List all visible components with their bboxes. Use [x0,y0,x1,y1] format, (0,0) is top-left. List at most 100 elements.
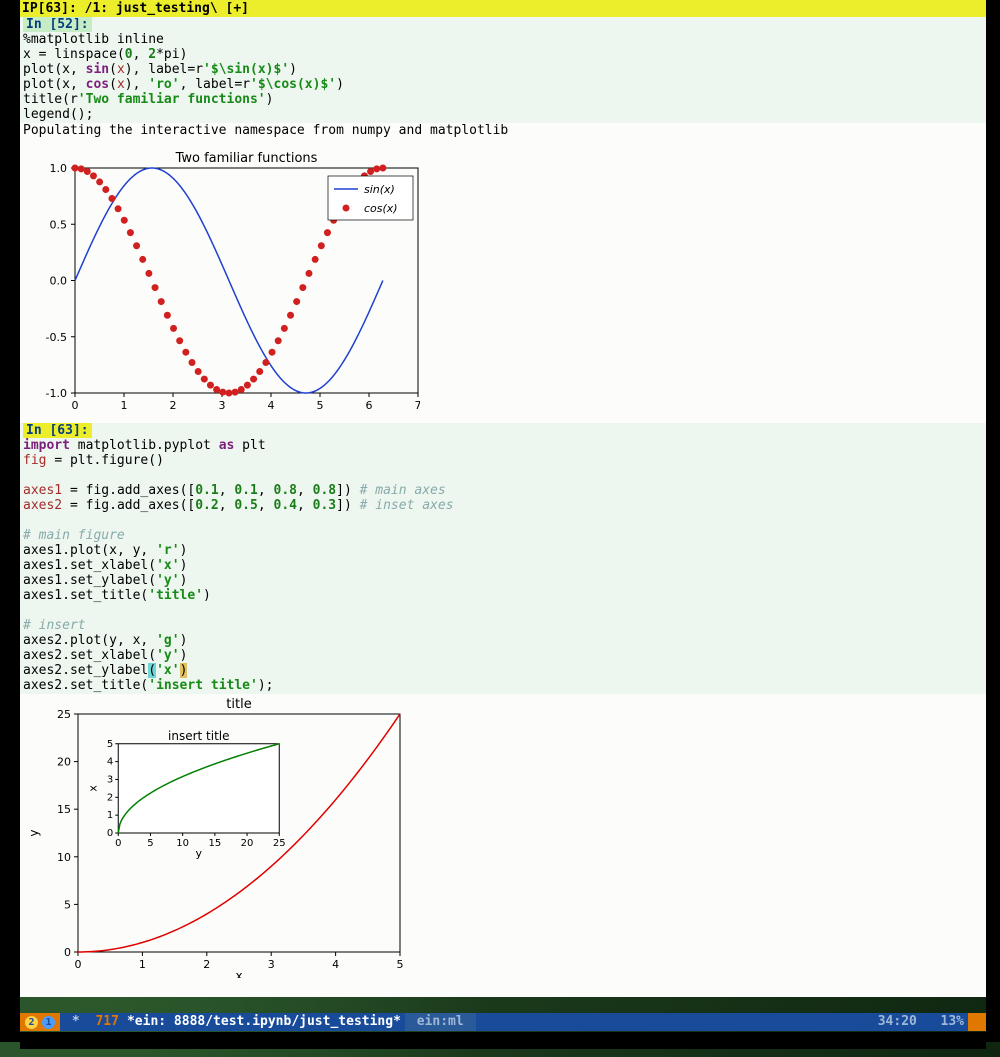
svg-text:y: y [195,847,202,860]
svg-text:Two familiar functions: Two familiar functions [175,151,318,166]
tok: fig [86,498,109,513]
tok: ( [109,62,117,77]
cell-52: In [52]: %matplotlib inline x = linspace… [20,17,986,423]
modeline-buffer-name[interactable]: *ein: 8888/test.ipynb/just_testing* [123,1013,405,1031]
cell-63-code[interactable]: import matplotlib.pyplot as plt fig = pl… [20,438,986,694]
tok: 0.2 [195,498,218,513]
modeline-line-count: 717 [91,1013,122,1031]
tok: r [242,77,250,92]
svg-text:1: 1 [107,810,113,821]
tok: ) [289,62,297,77]
left-gutter [0,0,20,1042]
tok: plot [23,77,54,92]
tok: label [148,62,187,77]
tok: ( [148,648,156,663]
svg-text:0.5: 0.5 [50,218,68,231]
tok: 'y' [156,648,179,663]
tok: , [219,483,235,498]
tok: ) [180,47,188,62]
modeline-major-mode[interactable]: ein:ml [405,1013,476,1031]
svg-text:5: 5 [147,838,153,849]
tok: matplotlib.pyplot [70,438,219,453]
tok: , [133,77,149,92]
svg-text:5: 5 [397,958,404,971]
tok: 'x' [156,558,179,573]
code-magic: %matplotlib inline [23,32,164,47]
tok: ] [336,498,344,513]
tok: axes1 [23,558,62,573]
tok: 0.8 [313,483,336,498]
svg-text:1: 1 [121,399,128,412]
tok: y [109,633,117,648]
modeline-scroll-pct: 13% [921,1013,968,1031]
tok: ) [336,77,344,92]
tok: '$\sin(x)$' [203,62,289,77]
tok: , [70,62,86,77]
tab-bar[interactable]: IP[63]: /1: just_testing\ [+] [20,0,986,17]
tok: , [297,498,313,513]
tok: 'Two familiar functions' [78,92,266,107]
tok: ( [148,558,156,573]
svg-text:title: title [226,697,251,712]
tok: . [62,633,70,648]
tok: set_ylabel [70,663,148,678]
tok: plot [23,62,54,77]
svg-text:0.0: 0.0 [50,275,68,288]
svg-text:3: 3 [268,958,275,971]
tok: ) [266,92,274,107]
tok: x [23,47,39,62]
tok: fig [23,453,54,468]
tok: () [148,453,164,468]
tok: ] [336,483,344,498]
modeline-modified: * [60,1013,91,1031]
tok: 2 [148,47,156,62]
tok: axes1 [23,573,62,588]
svg-text:2: 2 [107,792,113,803]
tok: axes2 [23,648,62,663]
tok: , [297,483,313,498]
tok: . [62,588,70,603]
tok: axes2 [23,678,62,693]
svg-text:20: 20 [241,838,254,849]
tok: r [70,92,78,107]
tok: ) [344,483,360,498]
tok: 0.5 [234,498,257,513]
tok: . [109,483,117,498]
tok: ) [180,648,188,663]
tok: = [234,77,242,92]
tok: axes2 [23,633,62,648]
svg-text:10: 10 [57,851,71,864]
tok: x [62,77,70,92]
tok: . [62,648,70,663]
svg-text:10: 10 [176,838,189,849]
cell-52-code[interactable]: %matplotlib inline x = linspace(0, 2*pi)… [20,32,986,123]
tok: set_ylabel [70,573,148,588]
tok: 'ro' [148,77,179,92]
modeline[interactable]: 21 * 717 *ein: 8888/test.ipynb/just_test… [20,1013,986,1031]
svg-text:0: 0 [115,838,121,849]
tok: , [258,483,274,498]
tok: = [70,483,86,498]
modeline-cursor-pos: 34:20 [874,1013,921,1031]
tok: axes1 [23,588,62,603]
svg-text:1.0: 1.0 [50,162,68,175]
tok: ) [125,62,133,77]
tok: # inset axes [360,498,454,513]
minibuffer[interactable] [20,1032,986,1049]
tok: = [39,47,55,62]
tok: fig [86,483,109,498]
tok: axes1 [23,543,62,558]
tok: plt [70,453,93,468]
svg-text:sin(x): sin(x) [364,183,395,196]
modified-star: * [72,1013,80,1031]
tok: ( [101,543,109,558]
tok: plot [70,543,101,558]
svg-text:4: 4 [268,399,275,412]
tok: ( [148,663,156,678]
notebook-buffer[interactable]: In [52]: %matplotlib inline x = linspace… [20,17,986,997]
tok: . [109,498,117,513]
svg-text:4: 4 [332,958,339,971]
tok: . [62,558,70,573]
svg-text:15: 15 [57,803,71,816]
tok: . [62,678,70,693]
